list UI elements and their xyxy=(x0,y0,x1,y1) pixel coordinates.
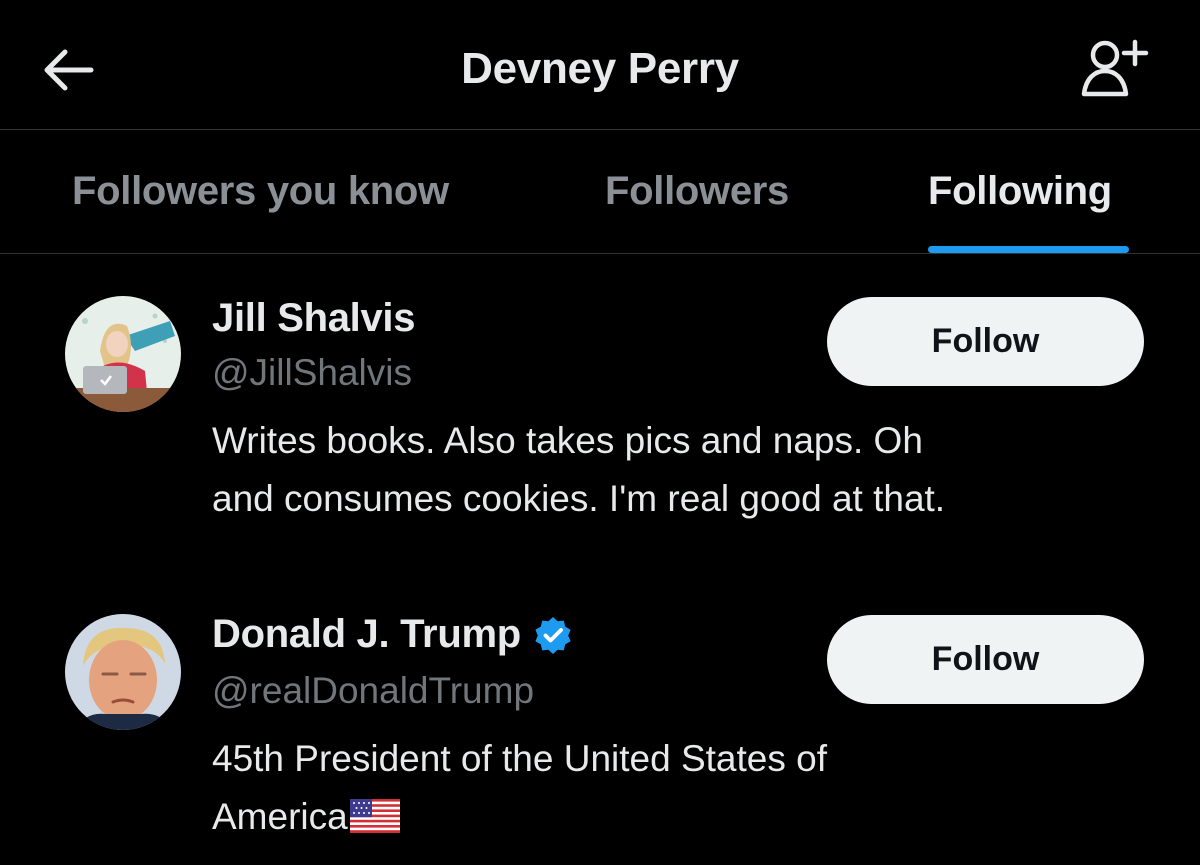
tab-followers-you-know[interactable]: Followers you know xyxy=(72,169,449,214)
tab-bar: Followers you know Followers Following xyxy=(0,131,1200,254)
tab-followers[interactable]: Followers xyxy=(605,169,789,214)
person-add-icon xyxy=(1081,39,1149,97)
avatar[interactable] xyxy=(65,296,181,412)
add-user-button[interactable] xyxy=(1074,36,1154,102)
bio-line: Writes books. Also takes pics and naps. … xyxy=(212,420,923,461)
user-display-name[interactable]: Jill Shalvis xyxy=(212,296,415,341)
user-bio: 45th President of the United States of A… xyxy=(212,730,1142,846)
user-handle: @JillShalvis xyxy=(212,352,412,393)
follow-button[interactable]: Follow xyxy=(827,615,1144,704)
bio-line-wrapper: America xyxy=(212,788,1142,846)
user-name-row: Jill Shalvis xyxy=(212,296,415,341)
user-bio: Writes books. Also takes pics and naps. … xyxy=(212,412,1142,528)
bio-line: 45th President of the United States of xyxy=(212,738,827,779)
illustrated-avatar-image xyxy=(65,296,181,412)
bio-line: and consumes cookies. I'm real good at t… xyxy=(212,478,946,519)
top-bar: Devney Perry xyxy=(0,0,1200,130)
verified-badge-icon xyxy=(535,616,571,654)
bio-line: America xyxy=(212,796,348,837)
tab-following[interactable]: Following xyxy=(928,169,1112,214)
follow-button[interactable]: Follow xyxy=(827,297,1144,386)
avatar[interactable] xyxy=(65,614,181,730)
active-tab-indicator xyxy=(928,246,1129,253)
user-name-row: Donald J. Trump xyxy=(212,612,573,657)
user-handle: @realDonaldTrump xyxy=(212,670,535,711)
user-display-name[interactable]: Donald J. Trump xyxy=(212,612,521,657)
us-flag-icon xyxy=(349,799,400,833)
portrait-avatar-image xyxy=(65,614,181,730)
page-title: Devney Perry xyxy=(461,44,739,93)
